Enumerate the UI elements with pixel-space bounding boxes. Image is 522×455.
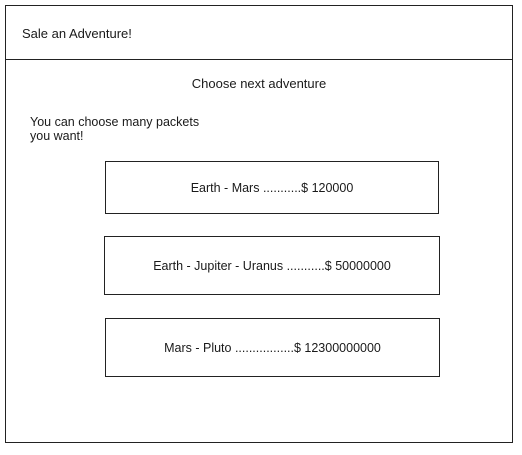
packet-label: Earth - Mars ...........$ 120000 bbox=[190, 180, 354, 195]
packet-earth-mars-button[interactable]: Earth - Mars ...........$ 120000 bbox=[105, 161, 439, 214]
packet-label: Mars - Pluto .................$ 12300000… bbox=[164, 340, 381, 355]
header-bar: Sale an Adventure! bbox=[6, 6, 512, 60]
packet-earth-jupiter-uranus-button[interactable]: Earth - Jupiter - Uranus ...........$ 50… bbox=[104, 236, 440, 295]
packet-label: Earth - Jupiter - Uranus ...........$ 50… bbox=[153, 258, 391, 273]
page-title: Sale an Adventure! bbox=[22, 26, 132, 41]
instruction-text: You can choose many packets you want! bbox=[30, 115, 200, 143]
app-window: Sale an Adventure! Choose next adventure… bbox=[5, 5, 513, 443]
packet-mars-pluto-button[interactable]: Mars - Pluto .................$ 12300000… bbox=[105, 318, 440, 377]
section-title: Choose next adventure bbox=[191, 76, 327, 91]
